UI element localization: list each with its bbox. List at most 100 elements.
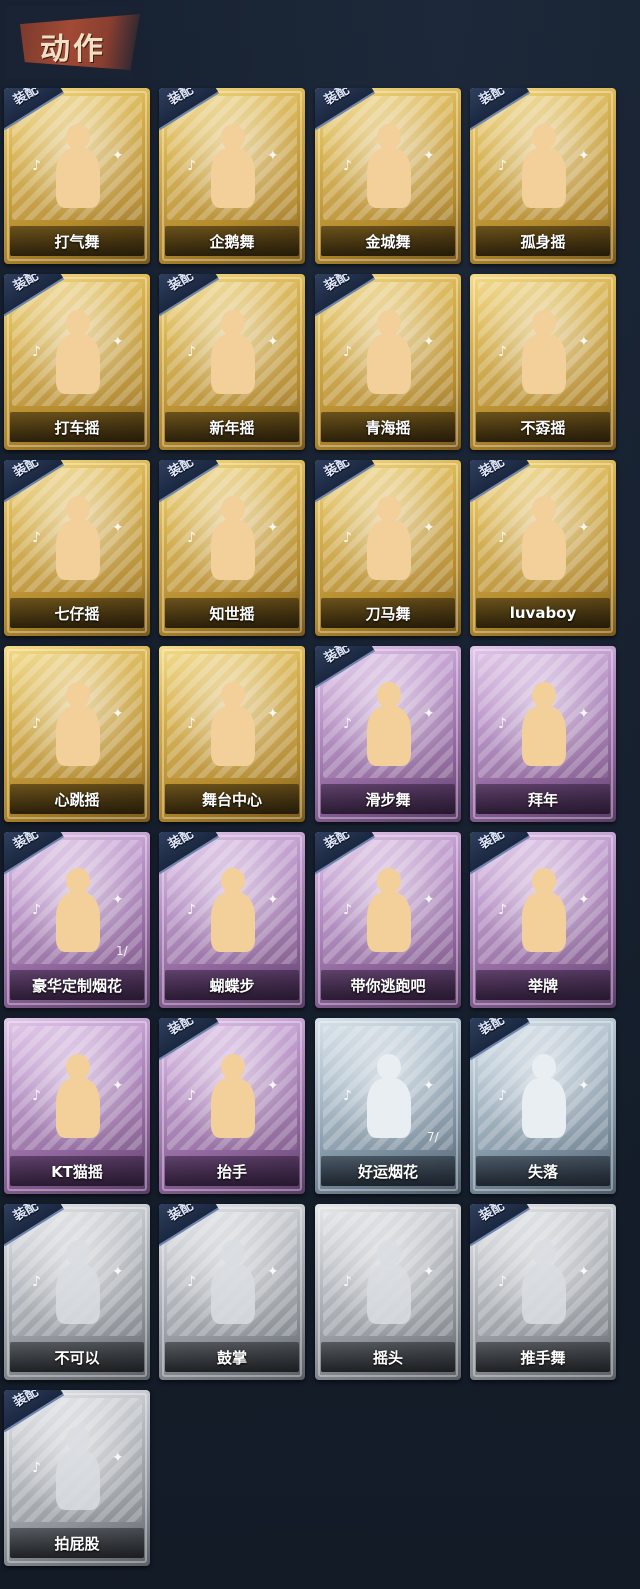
- card-name-bar: luvaboy: [476, 598, 610, 628]
- emote-card[interactable]: ♪ ✦ KT猫摇: [4, 1018, 150, 1194]
- emote-card[interactable]: ♪ ✦ 带你逃跑吧 装配: [315, 832, 461, 1008]
- dancer-silhouette-icon: [353, 682, 423, 778]
- emote-card[interactable]: ♪ ✦ 不可以 装配: [4, 1204, 150, 1380]
- card-name-bar: 不孬摇: [476, 412, 610, 442]
- music-note-icon: ♪: [187, 530, 196, 546]
- sparkle-icon: ✦: [112, 148, 124, 164]
- sparkle-icon: ✦: [267, 334, 279, 350]
- emote-name: 不孬摇: [520, 418, 566, 437]
- emote-card[interactable]: ♪ ✦ 拜年: [470, 646, 616, 822]
- card-name-bar: 带你逃跑吧: [321, 970, 455, 1000]
- dancer-silhouette-icon: [197, 310, 267, 406]
- emote-card[interactable]: ♪ ✦ 抬手 装配: [159, 1018, 305, 1194]
- music-note-icon: ♪: [187, 158, 196, 174]
- sparkle-icon: ✦: [423, 148, 435, 164]
- card-name-bar: KT猫摇: [10, 1156, 144, 1186]
- dancer-silhouette-icon: [42, 496, 112, 592]
- dancer-silhouette-icon: [197, 496, 267, 592]
- emote-card[interactable]: ♪ ✦ 不孬摇: [470, 274, 616, 450]
- emote-card[interactable]: ♪ ✦ 七仔摇 装配: [4, 460, 150, 636]
- card-name-bar: 抬手: [165, 1156, 299, 1186]
- sparkle-icon: ✦: [267, 148, 279, 164]
- dancer-silhouette-icon: [508, 868, 578, 964]
- music-note-icon: ♪: [343, 530, 352, 546]
- sparkle-icon: ✦: [578, 892, 590, 908]
- emote-card[interactable]: ♪ ✦ 舞台中心: [159, 646, 305, 822]
- emote-name: 不可以: [54, 1348, 100, 1367]
- emote-name: 拍屁股: [54, 1534, 100, 1553]
- card-name-bar: 蝴蝶步: [165, 970, 299, 1000]
- music-note-icon: ♪: [187, 716, 196, 732]
- dancer-silhouette-icon: [508, 682, 578, 778]
- emote-card[interactable]: ♪ ✦ 青海摇 装配: [315, 274, 461, 450]
- dancer-silhouette-icon: [508, 310, 578, 406]
- music-note-icon: ♪: [343, 902, 352, 918]
- emote-card[interactable]: ♪ ✦ 知世摇 装配: [159, 460, 305, 636]
- emote-card[interactable]: ♪ ✦ 金城舞 装配: [315, 88, 461, 264]
- sparkle-icon: ✦: [112, 1450, 124, 1466]
- music-note-icon: ♪: [187, 1274, 196, 1290]
- card-name-bar: 新年摇: [165, 412, 299, 442]
- sparkle-icon: ✦: [578, 1264, 590, 1280]
- page-background: 动作 ♪ ✦ 打气舞 装配 ♪ ✦ 企鹅舞 装配 ♪ ✦ 金城舞 装配 ♪ ✦ 孤身摇 装配 ♪ ✦ 打车摇 装配 ♪ ✦…: [0, 0, 640, 1589]
- dancer-silhouette-icon: [353, 124, 423, 220]
- emote-card[interactable]: ♪ ✦ 失落 装配: [470, 1018, 616, 1194]
- emote-name: 抬手: [216, 1162, 247, 1181]
- dancer-silhouette-icon: [353, 496, 423, 592]
- card-name-bar: 心跳摇: [10, 784, 144, 814]
- emote-name: luvaboy: [509, 604, 577, 622]
- emote-name: 青海摇: [365, 418, 411, 437]
- emote-name: 豪华定制烟花: [31, 976, 122, 995]
- emote-card[interactable]: ♪ ✦ 推手舞 装配: [470, 1204, 616, 1380]
- emote-card[interactable]: ♪ ✦ 7/好运烟花: [315, 1018, 461, 1194]
- emote-name: 拜年: [527, 790, 558, 809]
- card-name-bar: 失落: [476, 1156, 610, 1186]
- music-note-icon: ♪: [32, 530, 41, 546]
- sparkle-icon: ✦: [112, 334, 124, 350]
- card-name-bar: 鼓掌: [165, 1342, 299, 1372]
- dancer-silhouette-icon: [197, 124, 267, 220]
- emote-card[interactable]: ♪ ✦ 滑步舞 装配: [315, 646, 461, 822]
- emote-card[interactable]: ♪ ✦ 摇头: [315, 1204, 461, 1380]
- sparkle-icon: ✦: [423, 520, 435, 536]
- dancer-silhouette-icon: [353, 1240, 423, 1336]
- emote-card[interactable]: ♪ ✦ luvaboy 装配: [470, 460, 616, 636]
- emote-card[interactable]: ♪ ✦ 打气舞 装配: [4, 88, 150, 264]
- emote-card[interactable]: ♪ ✦ 举牌 装配: [470, 832, 616, 1008]
- emote-card[interactable]: ♪ ✦ 孤身摇 装配: [470, 88, 616, 264]
- emote-grid: ♪ ✦ 打气舞 装配 ♪ ✦ 企鹅舞 装配 ♪ ✦ 金城舞 装配 ♪ ✦ 孤身摇 装配 ♪ ✦ 打车摇 装配 ♪ ✦ 新年摇…: [0, 0, 640, 1589]
- item-count: 7/: [427, 1130, 439, 1144]
- emote-name: 失落: [527, 1162, 558, 1181]
- dancer-silhouette-icon: [42, 1054, 112, 1150]
- emote-card[interactable]: ♪ ✦ 企鹅舞 装配: [159, 88, 305, 264]
- card-name-bar: 滑步舞: [321, 784, 455, 814]
- sparkle-icon: ✦: [423, 334, 435, 350]
- music-note-icon: ♪: [343, 158, 352, 174]
- emote-card[interactable]: ♪ ✦ 打车摇 装配: [4, 274, 150, 450]
- card-name-bar: 七仔摇: [10, 598, 144, 628]
- sparkle-icon: ✦: [112, 706, 124, 722]
- music-note-icon: ♪: [498, 344, 507, 360]
- emote-card[interactable]: ♪ ✦ 蝴蝶步 装配: [159, 832, 305, 1008]
- sparkle-icon: ✦: [423, 706, 435, 722]
- sparkle-icon: ✦: [267, 892, 279, 908]
- emote-card[interactable]: ♪ ✦ 新年摇 装配: [159, 274, 305, 450]
- emote-card[interactable]: ♪ ✦ 拍屁股 装配: [4, 1390, 150, 1566]
- sparkle-icon: ✦: [423, 892, 435, 908]
- card-name-bar: 推手舞: [476, 1342, 610, 1372]
- dancer-silhouette-icon: [197, 868, 267, 964]
- sparkle-icon: ✦: [578, 706, 590, 722]
- music-note-icon: ♪: [32, 344, 41, 360]
- sparkle-icon: ✦: [578, 1078, 590, 1094]
- music-note-icon: ♪: [32, 716, 41, 732]
- emote-name: 打气舞: [54, 232, 100, 251]
- card-name-bar: 舞台中心: [165, 784, 299, 814]
- card-name-bar: 打车摇: [10, 412, 144, 442]
- dancer-silhouette-icon: [353, 1054, 423, 1150]
- emote-card[interactable]: ♪ ✦ 1/豪华定制烟花 装配: [4, 832, 150, 1008]
- emote-card[interactable]: ♪ ✦ 刀马舞 装配: [315, 460, 461, 636]
- emote-card[interactable]: ♪ ✦ 鼓掌 装配: [159, 1204, 305, 1380]
- emote-name: 刀马舞: [365, 604, 411, 623]
- emote-card[interactable]: ♪ ✦ 心跳摇: [4, 646, 150, 822]
- emote-name: 举牌: [527, 976, 558, 995]
